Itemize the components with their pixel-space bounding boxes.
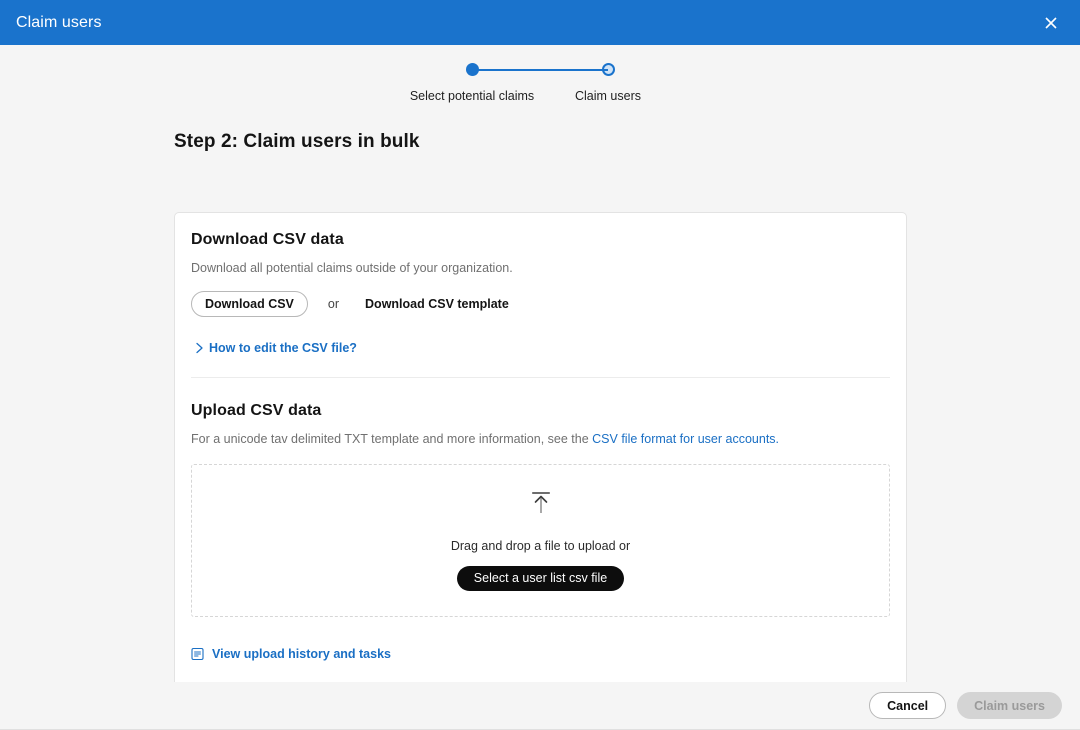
how-to-edit-csv-label: How to edit the CSV file? (209, 340, 357, 355)
stepper-connector (472, 69, 608, 71)
upload-section: Upload CSV data For a unicode tav delimi… (191, 402, 890, 661)
upload-section-title: Upload CSV data (191, 401, 322, 419)
download-section-title: Download CSV data (191, 231, 344, 248)
view-upload-history-label: View upload history and tasks (212, 646, 391, 661)
download-csv-button[interactable]: Download CSV (191, 290, 308, 317)
download-csv-template-button[interactable]: Download CSV template (365, 297, 509, 311)
modal-title: Claim users (16, 13, 102, 31)
modal-body: Select potential claims Claim users Step… (0, 45, 1080, 730)
stepper-label: Claim users (575, 89, 641, 103)
modal-footer: Cancel Claim users (0, 682, 1080, 730)
download-actions-row: Download CSV or Download CSV template (191, 290, 890, 317)
stepper: Select potential claims Claim users (0, 45, 1080, 103)
document-list-icon (191, 647, 204, 661)
page-title: Step 2: Claim users in bulk (174, 130, 420, 152)
upload-arrow-icon (528, 490, 554, 521)
modal-header: Claim users (0, 0, 1080, 45)
csv-file-format-link[interactable]: CSV file format for user accounts. (592, 432, 779, 446)
upload-description-text: For a unicode tav delimited TXT template… (191, 431, 593, 446)
view-upload-history-link[interactable]: View upload history and tasks (191, 647, 391, 661)
file-dropzone[interactable]: Drag and drop a file to upload or Select… (191, 463, 890, 617)
drag-drop-label: Drag and drop a file to upload or (450, 538, 631, 553)
stepper-label: Select potential claims (409, 89, 535, 103)
claim-users-button[interactable]: Claim users (957, 692, 1062, 719)
or-label: or (327, 296, 340, 311)
content-card: Download CSV data Download all potential… (174, 212, 907, 726)
download-section-description: Download all potential claims outside of… (191, 261, 513, 275)
close-icon[interactable] (1036, 8, 1066, 38)
section-divider (191, 376, 890, 378)
upload-section-description: For a unicode tav delimited TXT template… (191, 431, 890, 448)
cancel-button[interactable]: Cancel (869, 692, 947, 719)
chevron-right-icon (191, 342, 207, 354)
select-user-list-file-button[interactable]: Select a user list csv file (456, 565, 625, 591)
how-to-edit-csv-link[interactable]: How to edit the CSV file? (191, 341, 357, 355)
